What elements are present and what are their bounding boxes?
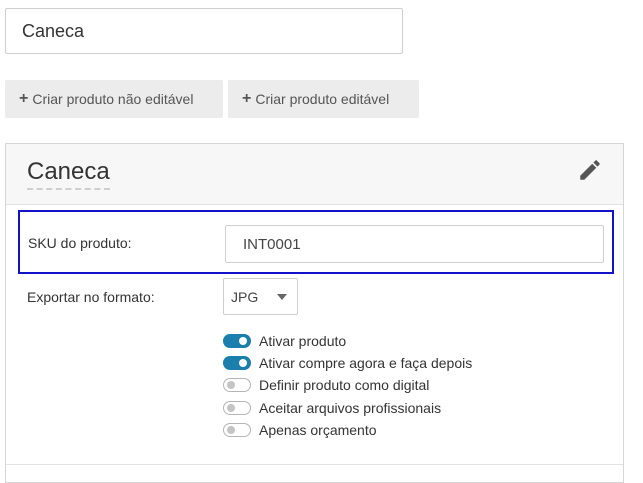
plus-icon: + [19,90,29,107]
sku-row: SKU do produto: [18,210,614,274]
sku-input[interactable] [225,225,604,263]
pencil-icon[interactable] [577,157,603,183]
toggle-label: Ativar compre agora e faça depois [259,355,473,371]
create-non-editable-product-button[interactable]: + Criar produto não editável [5,80,223,118]
export-format-select[interactable]: JPG [223,278,298,315]
toggle-label: Ativar produto [259,333,347,349]
panel-title[interactable]: Caneca [27,158,110,190]
export-format-label: Exportar no formato: [27,289,155,305]
caret-down-icon [277,294,287,300]
toggle-label: Definir produto como digital [259,377,430,393]
export-format-value: JPG [231,288,259,305]
create-editable-product-button[interactable]: + Criar produto editável [228,80,419,118]
divider [6,464,623,465]
create-non-editable-label: Criar produto não editável [32,91,194,107]
sku-label: SKU do produto: [28,235,132,251]
toggle-switch[interactable] [223,356,251,370]
toggle-produto-digital[interactable]: Definir produto como digital [223,375,429,395]
toggle-switch[interactable] [223,334,251,348]
toggle-switch[interactable] [223,401,251,415]
toggle-switch[interactable] [223,378,251,392]
toggle-apenas-orcamento[interactable]: Apenas orçamento [223,420,377,440]
toggle-compre-agora[interactable]: Ativar compre agora e faça depois [223,353,472,373]
panel-header: Caneca [6,144,623,205]
product-panel: Caneca SKU do produto: Exportar no forma… [5,143,624,483]
create-editable-label: Criar produto editável [255,91,390,107]
product-name-input[interactable] [5,8,403,54]
toggle-switch[interactable] [223,423,251,437]
toggle-label: Aceitar arquivos profissionais [259,400,442,416]
toggle-label: Apenas orçamento [259,422,377,438]
toggle-ativar-produto[interactable]: Ativar produto [223,331,346,351]
plus-icon: + [242,90,252,107]
toggle-arquivos-profissionais[interactable]: Aceitar arquivos profissionais [223,398,441,418]
